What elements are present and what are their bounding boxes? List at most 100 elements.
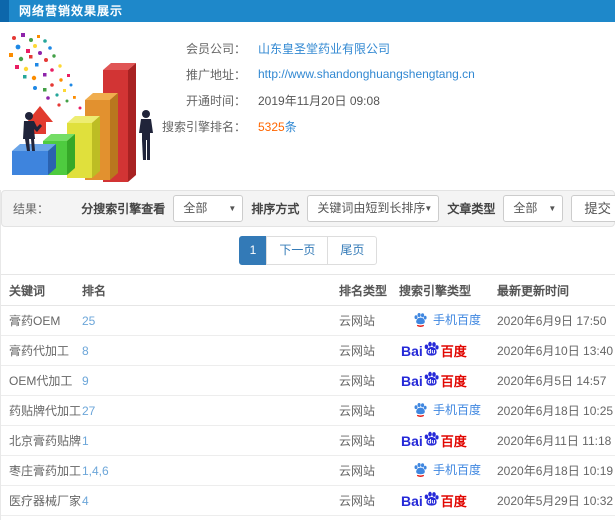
engine-filter-value: 全部 <box>183 201 208 215</box>
rank-link[interactable]: 9 <box>82 374 89 388</box>
keyword-cell: 菏泽膏药厂家 <box>1 515 81 520</box>
businessman-right <box>139 110 153 160</box>
chevron-down-icon: ▼ <box>548 204 557 213</box>
chevron-down-icon: ▼ <box>228 204 237 213</box>
col-engine-type: 搜索引擎类型 <box>398 274 496 306</box>
updated-cell: 2020年6月9日 17:50 <box>496 305 615 336</box>
mobile-baidu-icon <box>414 312 427 327</box>
updated-cell: 2020年6月18日 10:19 <box>496 455 615 486</box>
confetti <box>9 33 82 110</box>
rank-type-cell: 云网站 <box>338 425 398 456</box>
rank-type-cell: 云网站 <box>338 395 398 426</box>
rank-type-cell: 云网站 <box>338 485 398 516</box>
table-header-row: 关键词 排名 排名类型 搜索引擎类型 最新更新时间 <box>1 274 615 306</box>
updated-cell: 2020年5月29日 10:32 <box>496 485 615 516</box>
rank-type-cell: 云网站 <box>338 335 398 366</box>
keyword-cell: 北京膏药贴牌 <box>1 425 81 456</box>
member-company-label: 会员公司： <box>185 41 246 56</box>
page-title: 网络营销效果展示 <box>19 4 124 18</box>
mobile-baidu-icon <box>414 402 427 417</box>
mobile-baidu-badge: 手机百度 <box>413 311 481 328</box>
baidu-logo: Bai du 百度 <box>401 431 467 450</box>
col-keyword: 关键词 <box>1 274 81 306</box>
engine-cell: 手机百度 <box>398 455 496 486</box>
engine-filter-select[interactable]: 全部 ▼ <box>173 195 244 222</box>
baidu-logo: Bai du 百度 <box>401 371 467 390</box>
svg-text:du: du <box>427 499 435 506</box>
rank-link[interactable]: 1,4,6 <box>82 464 109 478</box>
updated-cell: 2020年6月11日 11:40 <box>496 515 615 520</box>
page-1-button[interactable]: 1 <box>238 236 268 265</box>
svg-text:du: du <box>427 439 435 446</box>
article-type-select[interactable]: 全部 ▼ <box>503 195 564 222</box>
baidu-logo: Bai du 百度 <box>401 341 467 360</box>
rank-link[interactable]: 25 <box>82 314 95 328</box>
open-time-label: 开通时间： <box>185 93 246 108</box>
open-time-value: 2019年11月20日 09:08 <box>258 93 380 108</box>
engine-cell: 手机百度 <box>398 515 496 520</box>
mobile-baidu-badge: 手机百度 <box>413 461 481 478</box>
svg-text:du: du <box>427 379 435 386</box>
updated-cell: 2020年6月5日 14:57 <box>496 365 615 396</box>
mobile-baidu-icon <box>414 462 427 477</box>
baidu-cn-wordmark: 百度 <box>440 374 467 389</box>
member-company-link[interactable]: 山东皇圣堂药业有限公司 <box>258 40 390 57</box>
col-rank: 排名 <box>81 274 338 306</box>
filter-controls: 分搜索引擎查看 全部 ▼ 排序方式 关键词由短到长排序 ▼ 文章类型 全部 ▼ … <box>81 195 615 222</box>
baidu-cn-wordmark: 百度 <box>440 344 467 359</box>
title-bar: 网络营销效果展示 <box>0 0 615 22</box>
chevron-down-icon: ▼ <box>424 204 433 213</box>
open-time-row: 开通时间： 2019年11月20日 09:08 <box>160 87 475 113</box>
table-row: 膏药OEM 25 云网站 手机百度 2020年6月9日 17:50 <box>1 305 615 336</box>
mobile-baidu-badge: 手机百度 <box>413 401 481 418</box>
rank-link[interactable]: 1 <box>82 434 89 448</box>
results-area: 结果： 分搜索引擎查看 全部 ▼ 排序方式 关键词由短到长排序 ▼ 文章类型 全… <box>0 190 615 520</box>
sort-filter-select[interactable]: 关键词由短到长排序 ▼ <box>307 195 440 222</box>
updated-cell: 2020年6月10日 13:40 <box>496 335 615 366</box>
submit-button[interactable]: 提交 <box>571 195 615 222</box>
baidu-paw-icon: du <box>424 491 439 506</box>
rank-link[interactable]: 8 <box>82 344 89 358</box>
engine-label: 手机百度 <box>433 403 482 417</box>
svg-text:du: du <box>427 349 435 356</box>
engine-rank-value: 5325条 <box>258 118 297 135</box>
keyword-cell: OEM代加工 <box>1 365 81 396</box>
baidu-cn-wordmark: 百度 <box>440 434 467 449</box>
table-row: 膏药代加工 8 云网站 Bai du 百度 2020年6月10日 13:40 <box>1 335 615 366</box>
engine-cell: 手机百度 <box>398 305 496 336</box>
sort-filter-label: 排序方式 <box>251 202 300 216</box>
next-page-button[interactable]: 下一页 <box>266 236 329 265</box>
page: 网络营销效果展示 会员公司： 山东皇圣堂药业有限公司 推广地址： http://… <box>0 0 615 520</box>
engine-filter-label: 分搜索引擎查看 <box>81 202 166 216</box>
rank-type-cell: 云网站 <box>338 455 398 486</box>
table-row: 医疗器械厂家 4 云网站 Bai du 百度 2020年5月29日 10:32 <box>1 485 615 516</box>
engine-cell: Bai du 百度 <box>398 425 496 456</box>
promo-url-link[interactable]: http://www.shandonghuangshengtang.cn <box>258 67 475 81</box>
keyword-cell: 膏药代加工 <box>1 335 81 366</box>
engine-label: 手机百度 <box>433 313 482 327</box>
title-bar-accent <box>0 0 9 22</box>
rank-link[interactable]: 27 <box>82 404 95 418</box>
rank-type-cell: 云网站 <box>338 365 398 396</box>
baidu-wordmark: Bai <box>401 492 423 509</box>
baidu-wordmark: Bai <box>401 432 423 449</box>
article-type-value: 全部 <box>513 201 538 215</box>
baidu-paw-icon: du <box>424 431 439 446</box>
engine-cell: Bai du 百度 <box>398 335 496 366</box>
promo-url-label: 推广地址： <box>185 67 246 82</box>
rank-link[interactable]: 4 <box>82 494 89 508</box>
rank-type-cell: 云网站 <box>338 515 398 520</box>
engine-rank-label: 搜索引擎排名： <box>161 119 246 134</box>
col-updated: 最新更新时间 <box>496 274 615 306</box>
last-page-button[interactable]: 尾页 <box>327 236 378 265</box>
baidu-wordmark: Bai <box>401 372 423 389</box>
table-row: 枣庄膏药加工 1,4,6 云网站 手机百度 2020年6月18日 10:19 <box>1 455 615 486</box>
filter-bar: 结果： 分搜索引擎查看 全部 ▼ 排序方式 关键词由短到长排序 ▼ 文章类型 全… <box>1 190 615 227</box>
keyword-cell: 药贴牌代加工 <box>1 395 81 426</box>
keyword-cell: 枣庄膏药加工 <box>1 455 81 486</box>
baidu-cn-wordmark: 百度 <box>440 494 467 509</box>
rank-count: 5325 <box>258 119 285 134</box>
member-fields: 会员公司： 山东皇圣堂药业有限公司 推广地址： http://www.shand… <box>160 35 475 139</box>
keywords-table: 关键词 排名 排名类型 搜索引擎类型 最新更新时间 膏药OEM 25 云网站 手… <box>1 274 615 520</box>
result-label: 结果： <box>13 202 50 216</box>
